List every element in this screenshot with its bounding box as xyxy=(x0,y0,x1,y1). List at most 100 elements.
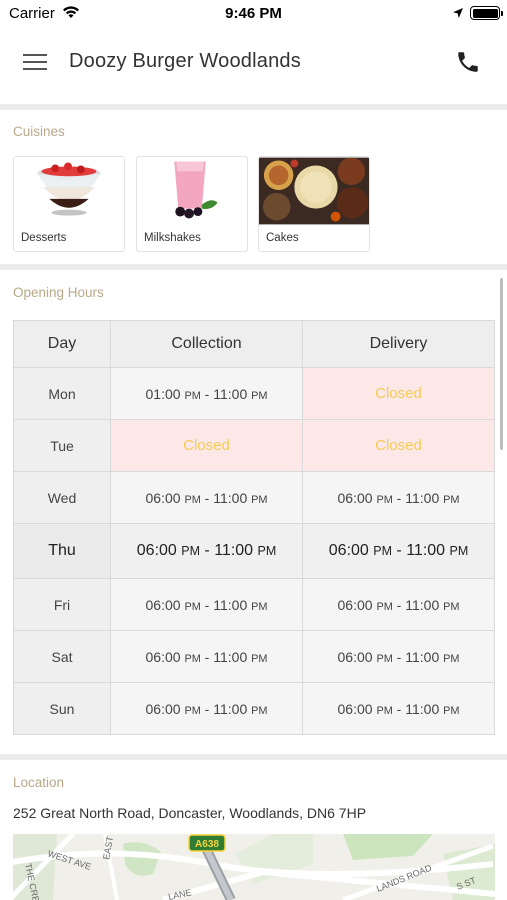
time-separator: - xyxy=(200,385,214,402)
period-label: PM xyxy=(251,600,268,613)
time-separator: - xyxy=(200,700,214,717)
time-to: 11:00 xyxy=(213,596,248,613)
page-title: Doozy Burger Woodlands xyxy=(69,50,301,72)
column-header-collection: Collection xyxy=(110,320,303,368)
hamburger-menu-icon[interactable] xyxy=(22,51,48,73)
time-separator: - xyxy=(199,542,215,559)
time-to: 11:00 xyxy=(405,489,440,506)
scrollbar[interactable] xyxy=(500,278,503,450)
time-separator: - xyxy=(200,648,214,665)
time-from: 06:00 xyxy=(337,700,373,717)
delivery-hours-cell: Closed xyxy=(302,367,495,420)
cuisine-card-milkshakes[interactable]: Milkshakes xyxy=(136,156,248,252)
collection-hours-cell: 06:00 PM - 11:00 PM xyxy=(110,578,303,631)
time-separator: - xyxy=(392,596,406,613)
time-to: 11:00 xyxy=(213,648,248,665)
time-separator: - xyxy=(200,489,214,506)
period-label: PM xyxy=(184,704,201,717)
time-to: 11:00 xyxy=(405,648,440,665)
period-label: PM xyxy=(184,493,201,506)
time-to: 11:00 xyxy=(213,489,248,506)
delivery-hours-cell: 06:00 PM - 11:00 PM xyxy=(302,578,495,631)
location-map[interactable]: A638 WEST AVE THE CRESC EAST LANDS ROAD … xyxy=(13,834,495,900)
time-from: 01:00 xyxy=(145,385,181,402)
time-to: 11:00 xyxy=(405,700,440,717)
road-sign-label: A638 xyxy=(195,839,219,850)
cuisine-label: Cakes xyxy=(266,232,299,244)
time-separator: - xyxy=(391,542,407,559)
time-from: 06:00 xyxy=(337,596,373,613)
period-label: PM xyxy=(376,493,393,506)
opening-hours-label: Opening Hours xyxy=(13,285,104,300)
cuisine-card-desserts[interactable]: Desserts xyxy=(13,156,125,252)
phone-icon[interactable] xyxy=(455,49,481,75)
opening-hours-table: Day Collection Delivery Mon 01:00 PM - 11… xyxy=(13,320,495,735)
period-label: PM xyxy=(257,544,277,558)
time-separator: - xyxy=(200,596,214,613)
cuisine-card-cakes[interactable]: Cakes xyxy=(258,156,370,252)
delivery-hours-cell: 06:00 PM - 11:00 PM xyxy=(302,682,495,735)
period-label: PM xyxy=(443,652,460,665)
food-platter-image xyxy=(259,157,369,225)
milkshake-image xyxy=(137,157,247,225)
period-label: PM xyxy=(251,389,268,402)
time-from: 06:00 xyxy=(145,489,181,506)
period-label: PM xyxy=(251,493,268,506)
hours-row-mon: Mon 01:00 PM - 11:00 PM Closed xyxy=(13,367,495,420)
delivery-hours-cell: 06:00 PM - 11:00 PM xyxy=(302,523,495,579)
hours-row-fri: Fri 06:00 PM - 11:00 PM 06:00 PM - 11:00 P… xyxy=(13,578,495,631)
period-label: PM xyxy=(443,600,460,613)
period-label: PM xyxy=(184,389,201,402)
cuisine-label: Desserts xyxy=(21,232,67,244)
collection-hours-cell: Closed xyxy=(110,419,303,472)
collection-hours-cell: 06:00 PM - 11:00 PM xyxy=(110,630,303,683)
map-tiles: A638 WEST AVE THE CRESC EAST LANDS ROAD … xyxy=(13,834,495,900)
hours-row-sat: Sat 06:00 PM - 11:00 PM 06:00 PM - 11:00 P… xyxy=(13,630,495,683)
day-cell: Thu xyxy=(13,523,111,579)
time-from: 06:00 xyxy=(145,648,181,665)
day-cell: Mon xyxy=(13,367,111,420)
period-label: PM xyxy=(376,704,393,717)
table-header-row: Day Collection Delivery xyxy=(13,320,495,368)
delivery-hours-cell: 06:00 PM - 11:00 PM xyxy=(302,630,495,683)
time-separator: - xyxy=(392,648,406,665)
period-label: PM xyxy=(251,704,268,717)
time-to: 11:00 xyxy=(213,385,248,402)
collection-hours-cell: 06:00 PM - 11:00 PM xyxy=(110,471,303,524)
battery-icon xyxy=(470,6,503,20)
clock: 9:46 PM xyxy=(225,5,282,22)
time-to: 11:00 xyxy=(214,542,254,559)
period-label: PM xyxy=(376,600,393,613)
collection-hours-cell: 06:00 PM - 11:00 PM xyxy=(110,523,303,579)
period-label: PM xyxy=(181,544,200,558)
hours-row-sun: Sun 06:00 PM - 11:00 PM 06:00 PM - 11:00 P… xyxy=(13,682,495,735)
time-to: 11:00 xyxy=(406,542,446,559)
day-cell: Fri xyxy=(13,578,111,631)
period-label: PM xyxy=(443,493,460,506)
section-divider xyxy=(0,264,507,270)
time-from: 06:00 xyxy=(337,648,373,665)
period-label: PM xyxy=(443,704,460,717)
period-label: PM xyxy=(449,544,469,558)
collection-hours-cell: 06:00 PM - 11:00 PM xyxy=(110,682,303,735)
time-separator: - xyxy=(392,489,406,506)
day-cell: Sun xyxy=(13,682,111,735)
time-separator: - xyxy=(392,700,406,717)
hours-row-wed: Wed 06:00 PM - 11:00 PM 06:00 PM - 11:00 P… xyxy=(13,471,495,524)
cuisine-label: Milkshakes xyxy=(144,232,201,244)
day-cell: Sat xyxy=(13,630,111,683)
nav-bar: Doozy Burger Woodlands xyxy=(0,30,507,104)
column-header-delivery: Delivery xyxy=(302,320,495,368)
time-to: 11:00 xyxy=(213,700,248,717)
collection-hours-cell: 01:00 PM - 11:00 PM xyxy=(110,367,303,420)
address-text: 252 Great North Road, Doncaster, Woodlan… xyxy=(13,805,367,821)
day-cell: Wed xyxy=(13,471,111,524)
time-from: 06:00 xyxy=(145,596,181,613)
column-header-day: Day xyxy=(13,320,111,368)
location-label: Location xyxy=(13,775,65,790)
hours-row-thu: Thu 06:00 PM - 11:00 PM 06:00 PM - 11:00 P… xyxy=(13,523,495,579)
status-bar: Carrier 9:46 PM xyxy=(0,0,507,30)
time-to: 11:00 xyxy=(405,596,440,613)
period-label: PM xyxy=(376,652,393,665)
time-from: 06:00 xyxy=(328,542,369,559)
